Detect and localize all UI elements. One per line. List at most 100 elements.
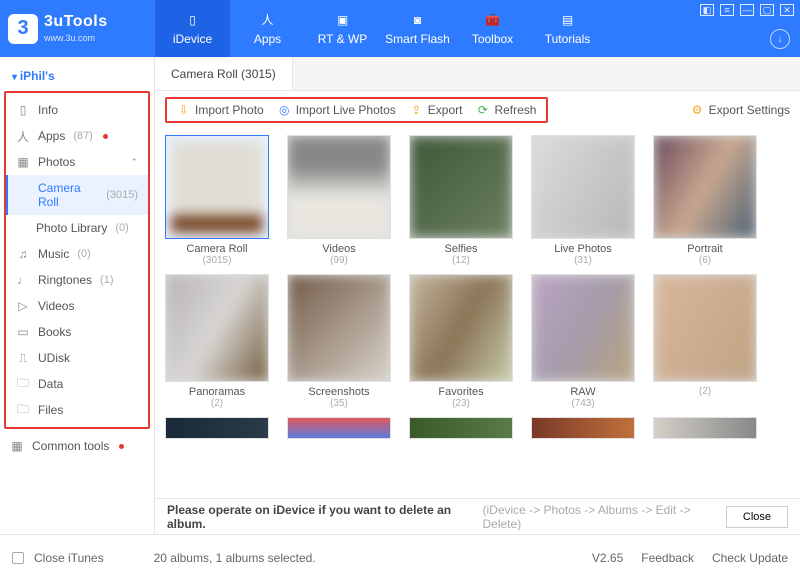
album-card[interactable]: Videos (99) (287, 135, 391, 266)
tab-apps[interactable]: 人 Apps (230, 0, 305, 57)
footer: Close iTunes 20 albums, 1 albums selecte… (0, 534, 800, 581)
album-count: (12) (452, 255, 470, 266)
album-thumb[interactable] (165, 417, 269, 439)
album-thumb (287, 274, 391, 382)
tab-label: Apps (254, 32, 281, 46)
tab-label: iDevice (173, 32, 212, 46)
apps-icon: 人 (16, 129, 30, 143)
sidebar-item-books[interactable]: ▭Books (6, 319, 148, 345)
sidebar-item-info[interactable]: ▯Info (6, 97, 148, 123)
tab-tutorials[interactable]: ▤ Tutorials (530, 0, 605, 57)
album-thumb[interactable] (531, 417, 635, 439)
album-count: (31) (574, 255, 592, 266)
status-text: 20 albums, 1 albums selected. (154, 551, 316, 565)
page-tab[interactable]: Camera Roll (3015) (155, 57, 293, 90)
close-icon[interactable]: ✕ (780, 4, 794, 16)
sidebar-item-apps[interactable]: 人 Apps (87) (6, 123, 148, 149)
sb-count: (3015) (106, 189, 138, 201)
phone-icon: ▯ (183, 12, 203, 28)
export-settings-button[interactable]: ⚙Export Settings (691, 103, 790, 117)
sb-label: Music (38, 247, 69, 261)
sidebar: iPhil's ▯Info 人 Apps (87) ▦Photos⌃ Camera… (0, 57, 155, 534)
refresh-icon: ⟳ (476, 104, 489, 117)
album-count: (2) (211, 398, 223, 409)
udisk-icon: ⎍ (16, 351, 30, 365)
tab-smartflash[interactable]: ◙ Smart Flash (380, 0, 455, 57)
sidebar-item-cameraroll[interactable]: Camera Roll (3015) (6, 175, 148, 215)
top-tabs: ▯ iDevice 人 Apps ▣ RT & WP ◙ Smart Flash… (155, 0, 605, 57)
album-grid[interactable]: Camera Roll (3015) Videos (99) Selfies (… (155, 129, 800, 498)
sb-label: Files (38, 403, 63, 417)
album-card[interactable]: Portrait (6) (653, 135, 757, 266)
import-photo-button[interactable]: ⇩Import Photo (177, 103, 264, 117)
live-icon: ◎ (278, 104, 291, 117)
sidebar-item-photolib[interactable]: Photo Library (0) (6, 215, 148, 241)
sb-count: (0) (115, 222, 128, 234)
btn-label: Import Live Photos (296, 103, 396, 117)
music-icon: ♫ (16, 247, 30, 261)
menu-icon[interactable]: ≡ (720, 4, 734, 16)
album-card[interactable]: Selfies (12) (409, 135, 513, 266)
toolbar: ⇩Import Photo ◎ Import Live Photos ⇪Expor… (155, 91, 800, 129)
tab-toolbox[interactable]: 🧰 Toolbox (455, 0, 530, 57)
tab-label: Toolbox (472, 32, 513, 46)
sb-count: (0) (77, 248, 90, 260)
refresh-button[interactable]: ⟳Refresh (476, 103, 536, 117)
sidebar-item-videos[interactable]: ▷ Videos (6, 293, 148, 319)
album-card[interactable]: Live Photos (31) (531, 135, 635, 266)
sidebar-item-files[interactable]: 🗀Files (6, 397, 148, 423)
sb-label: Books (38, 325, 71, 339)
sb-label: Videos (38, 299, 74, 313)
check-update-link[interactable]: Check Update (712, 551, 788, 565)
tab-rtwp[interactable]: ▣ RT & WP (305, 0, 380, 57)
album-thumb (531, 274, 635, 382)
video-icon: ▷ (16, 299, 30, 313)
close-itunes-checkbox[interactable] (12, 552, 24, 564)
import-live-button[interactable]: ◎ Import Live Photos (278, 103, 396, 117)
sidebar-item-music[interactable]: ♫ Music (0) (6, 241, 148, 267)
sb-label: Apps (38, 129, 65, 143)
sidebar-item-commontools[interactable]: ▦Common tools (0, 433, 154, 459)
main-content: Camera Roll (3015) ⇩Import Photo ◎ Import… (155, 57, 800, 534)
pin-icon[interactable]: ◧ (700, 4, 714, 16)
device-name[interactable]: iPhil's (0, 65, 154, 91)
download-icon[interactable]: ↓ (770, 29, 790, 49)
photos-icon: ▦ (16, 155, 30, 169)
flash-icon: ◙ (408, 12, 428, 28)
album-thumb[interactable] (653, 417, 757, 439)
album-label: Screenshots (308, 386, 369, 398)
album-card[interactable]: Camera Roll (3015) (165, 135, 269, 266)
feedback-link[interactable]: Feedback (641, 551, 694, 565)
album-label: Panoramas (189, 386, 245, 398)
sb-label: Info (38, 103, 58, 117)
album-card[interactable]: Favorites (23) (409, 274, 513, 409)
album-count: (23) (452, 398, 470, 409)
tab-idevice[interactable]: ▯ iDevice (155, 0, 230, 57)
sb-count: (87) (73, 130, 93, 142)
album-count: (3015) (203, 255, 232, 266)
album-label: Portrait (687, 243, 722, 255)
hint-path: (iDevice -> Photos -> Albums -> Edit -> … (483, 503, 720, 531)
album-thumb[interactable] (409, 417, 513, 439)
import-icon: ⇩ (177, 104, 190, 117)
album-thumb[interactable] (287, 417, 391, 439)
album-card[interactable]: Screenshots (35) (287, 274, 391, 409)
album-card[interactable]: (2) (653, 274, 757, 409)
album-label: Camera Roll (186, 243, 247, 255)
album-count: (2) (699, 386, 711, 397)
album-count: (99) (330, 255, 348, 266)
btn-label: Export (428, 103, 463, 117)
album-thumb (653, 274, 757, 382)
sidebar-item-ringtones[interactable]: ♩Ringtones (1) (6, 267, 148, 293)
album-card[interactable]: RAW (743) (531, 274, 635, 409)
sidebar-item-data[interactable]: 🗀Data (6, 371, 148, 397)
maximize-icon[interactable]: ▢ (760, 4, 774, 16)
sb-label: Camera Roll (38, 181, 98, 209)
album-label: Live Photos (554, 243, 611, 255)
hint-close-button[interactable]: Close (726, 506, 788, 528)
album-card[interactable]: Panoramas (2) (165, 274, 269, 409)
export-button[interactable]: ⇪Export (410, 103, 463, 117)
sidebar-item-photos[interactable]: ▦Photos⌃ (6, 149, 148, 175)
sidebar-item-udisk[interactable]: ⎍UDisk (6, 345, 148, 371)
minimize-icon[interactable]: — (740, 4, 754, 16)
